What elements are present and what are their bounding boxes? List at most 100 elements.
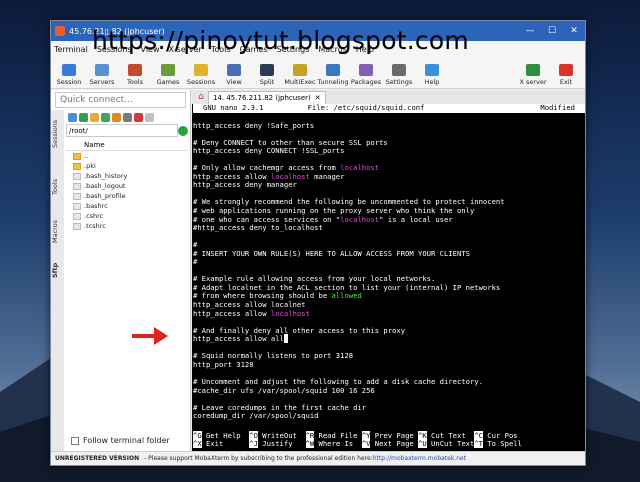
session-tab[interactable]: 14. 45.76.211.82 (jphcuser) ✕ [208, 90, 326, 104]
file-row[interactable]: .pki [66, 161, 188, 171]
file-row[interactable]: .bash_logout [66, 181, 188, 191]
settings-icon [392, 64, 406, 76]
new-file-icon[interactable] [123, 112, 132, 122]
nano-status: Modified [540, 104, 575, 112]
terminal-text: localhost [270, 308, 310, 318]
file-row[interactable]: .tcshrc [66, 221, 188, 231]
main-toolbar: Session Servers Tools Games Sessions View Spli… [51, 57, 585, 89]
split-icon [260, 64, 274, 76]
tool-view-button[interactable]: View [218, 64, 250, 86]
terminal-line: http_access deny CONNECT !SSL_ports [193, 146, 585, 156]
nano-version: GNU nano 2.3.1 [203, 104, 264, 112]
terminal-text: http_access allow all [193, 334, 284, 344]
terminal-area: ⌂ 14. 45.76.211.82 (jphcuser) ✕ GNU nano… [192, 90, 585, 451]
tool-tools-button[interactable]: Tools [119, 64, 151, 86]
file-list-header[interactable]: Name [66, 139, 188, 151]
terminal-text: localhost [340, 163, 380, 173]
terminal-text: " is a local user [379, 214, 453, 224]
quick-connect-input[interactable]: Quick connect... [55, 92, 186, 108]
close-tab-icon[interactable]: ✕ [315, 94, 321, 102]
close-button[interactable]: ✕ [563, 21, 585, 41]
tool-session-button[interactable]: Session [53, 64, 85, 86]
servers-icon [95, 64, 109, 76]
download-icon[interactable] [79, 112, 88, 122]
multiexec-icon [293, 64, 307, 76]
packages-icon [359, 64, 373, 76]
file-row[interactable]: .bashrc [66, 201, 188, 211]
vtab-tools[interactable]: Tools [51, 172, 64, 202]
terminal-text: coredump_dir /var/spool/squid [193, 411, 319, 421]
path-input[interactable]: /root/ [66, 124, 188, 137]
terminal[interactable]: GNU nano 2.3.1 File: /etc/squid/squid.co… [192, 104, 585, 451]
terminal-text: # [193, 257, 198, 267]
tool-games-button[interactable]: Games [152, 64, 184, 86]
tool-tunneling-button[interactable]: Tunneling [317, 64, 349, 86]
status-unregistered: UNREGISTERED VERSION [55, 455, 140, 462]
status-link[interactable]: http://mobaxterm.mobatek.net [373, 455, 466, 462]
file-icon [73, 192, 81, 200]
x-server-icon [526, 64, 540, 76]
file-name: .bash_history [84, 172, 128, 180]
terminal-text: #cache_dir ufs /var/spool/squid 100 16 2… [193, 385, 375, 395]
tool-multiexec-label: MultiExec [284, 78, 316, 86]
terminal-text: http_port 3128 [193, 359, 254, 369]
maximize-button[interactable]: ☐ [541, 21, 563, 41]
mobaxterm-window: 45.76.21▯.82 (jphcuser) — ☐ ✕ Terminal Se… [50, 20, 586, 466]
tool-packages-button[interactable]: Packages [350, 64, 382, 86]
tool-x-server-button[interactable]: X server [517, 64, 549, 86]
file-icon [73, 222, 81, 230]
tool-split-button[interactable]: Split [251, 64, 283, 86]
tool-split-label: Split [259, 78, 275, 86]
vtab-macros[interactable]: Macros [51, 214, 64, 248]
shortcut-label: Where Is [314, 439, 362, 449]
follow-terminal-folder[interactable]: Follow terminal folder [71, 436, 170, 445]
session-icon [62, 64, 76, 76]
home-tab-icon[interactable]: ⌂ [194, 91, 208, 103]
delete-icon[interactable] [134, 112, 143, 122]
file-icon [73, 202, 81, 210]
vtab-sessions[interactable]: Sessions [51, 114, 64, 154]
terminal-text: #http_access deny to_localhost [193, 223, 323, 233]
folder-icon [73, 162, 81, 170]
file-row[interactable]: .bash_history [66, 171, 188, 181]
tool-exit-label: Exit [559, 78, 573, 86]
help-icon [425, 64, 439, 76]
file-icon [73, 182, 81, 190]
tool-settings-button[interactable]: Settings [383, 64, 415, 86]
upload-icon[interactable] [68, 112, 77, 122]
path-value: /root/ [69, 126, 88, 135]
file-row[interactable]: .. [66, 151, 188, 161]
path-go-icon[interactable] [178, 126, 188, 136]
tool-x-server-label: X server [519, 78, 547, 86]
nano-shortcuts: ^G Get Help ^O WriteOut ^R Read File ^Y … [193, 430, 531, 449]
refresh-icon[interactable] [101, 112, 110, 122]
tools-icon [128, 64, 142, 76]
toolbar-right: X server Exit [517, 64, 583, 86]
properties-icon[interactable] [145, 112, 154, 122]
follow-checkbox[interactable] [71, 436, 79, 445]
file-row[interactable]: .bash_profile [66, 191, 188, 201]
terminal-line: http_access allow all [193, 334, 585, 344]
tool-multiexec-button[interactable]: MultiExec [284, 64, 316, 86]
tool-help-button[interactable]: Help [416, 64, 448, 86]
main-area: Quick connect... Sessions Tools Macros S… [51, 90, 585, 451]
menu-terminal[interactable]: Terminal [54, 45, 88, 54]
terminal-text: localhost [340, 214, 380, 224]
tool-exit-button[interactable]: Exit [550, 64, 582, 86]
text-cursor [283, 334, 289, 344]
home-folder-icon[interactable] [112, 112, 121, 122]
tool-servers-label: Servers [89, 78, 115, 86]
minimize-button[interactable]: — [519, 21, 541, 41]
vtab-sftp[interactable]: Sftp [51, 258, 64, 282]
new-folder-icon[interactable] [90, 112, 99, 122]
file-name: .bashrc [84, 202, 108, 210]
file-row[interactable]: .cshrc [66, 211, 188, 221]
shortcut-label: UnCut Text [426, 439, 475, 449]
tool-sessions-button[interactable]: Sessions [185, 64, 217, 86]
nano-header: GNU nano 2.3.1 File: /etc/squid/squid.co… [193, 104, 585, 113]
shortcut-key: ^W [305, 439, 315, 449]
terminal-text: manager [309, 171, 345, 181]
tool-servers-button[interactable]: Servers [86, 64, 118, 86]
file-icon [73, 172, 81, 180]
file-name: .cshrc [84, 212, 104, 220]
